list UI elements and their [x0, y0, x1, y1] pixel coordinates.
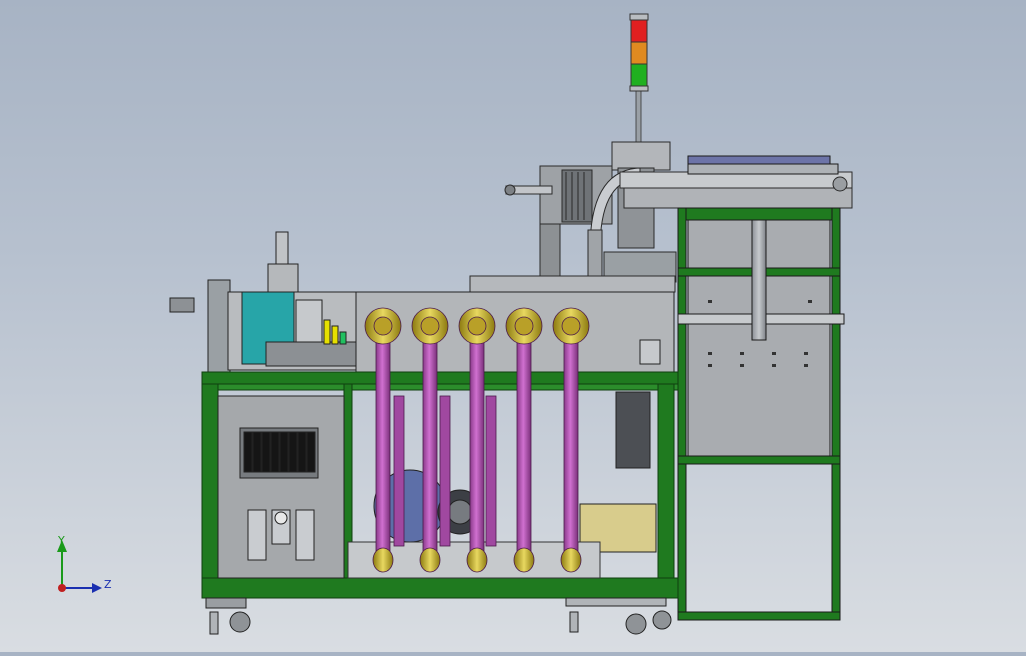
left-tooling	[169, 231, 359, 373]
control-panel	[217, 395, 345, 579]
machine-drawing: ✖	[57, 13, 853, 635]
casters	[205, 597, 672, 635]
beacon-amber	[630, 41, 648, 65]
cad-viewport[interactable]: ✖	[0, 0, 1026, 652]
motor-assembly	[373, 391, 657, 553]
solenoid-valve-bank	[243, 431, 316, 473]
beacon-green	[630, 63, 648, 87]
y-axis-label: Y	[57, 534, 65, 547]
beacon-red	[630, 19, 648, 43]
coordinate-triad: Y Z	[57, 534, 112, 593]
z-axis-label: Z	[104, 578, 112, 591]
right-cabinet	[677, 155, 845, 621]
signal-tower	[629, 13, 649, 145]
